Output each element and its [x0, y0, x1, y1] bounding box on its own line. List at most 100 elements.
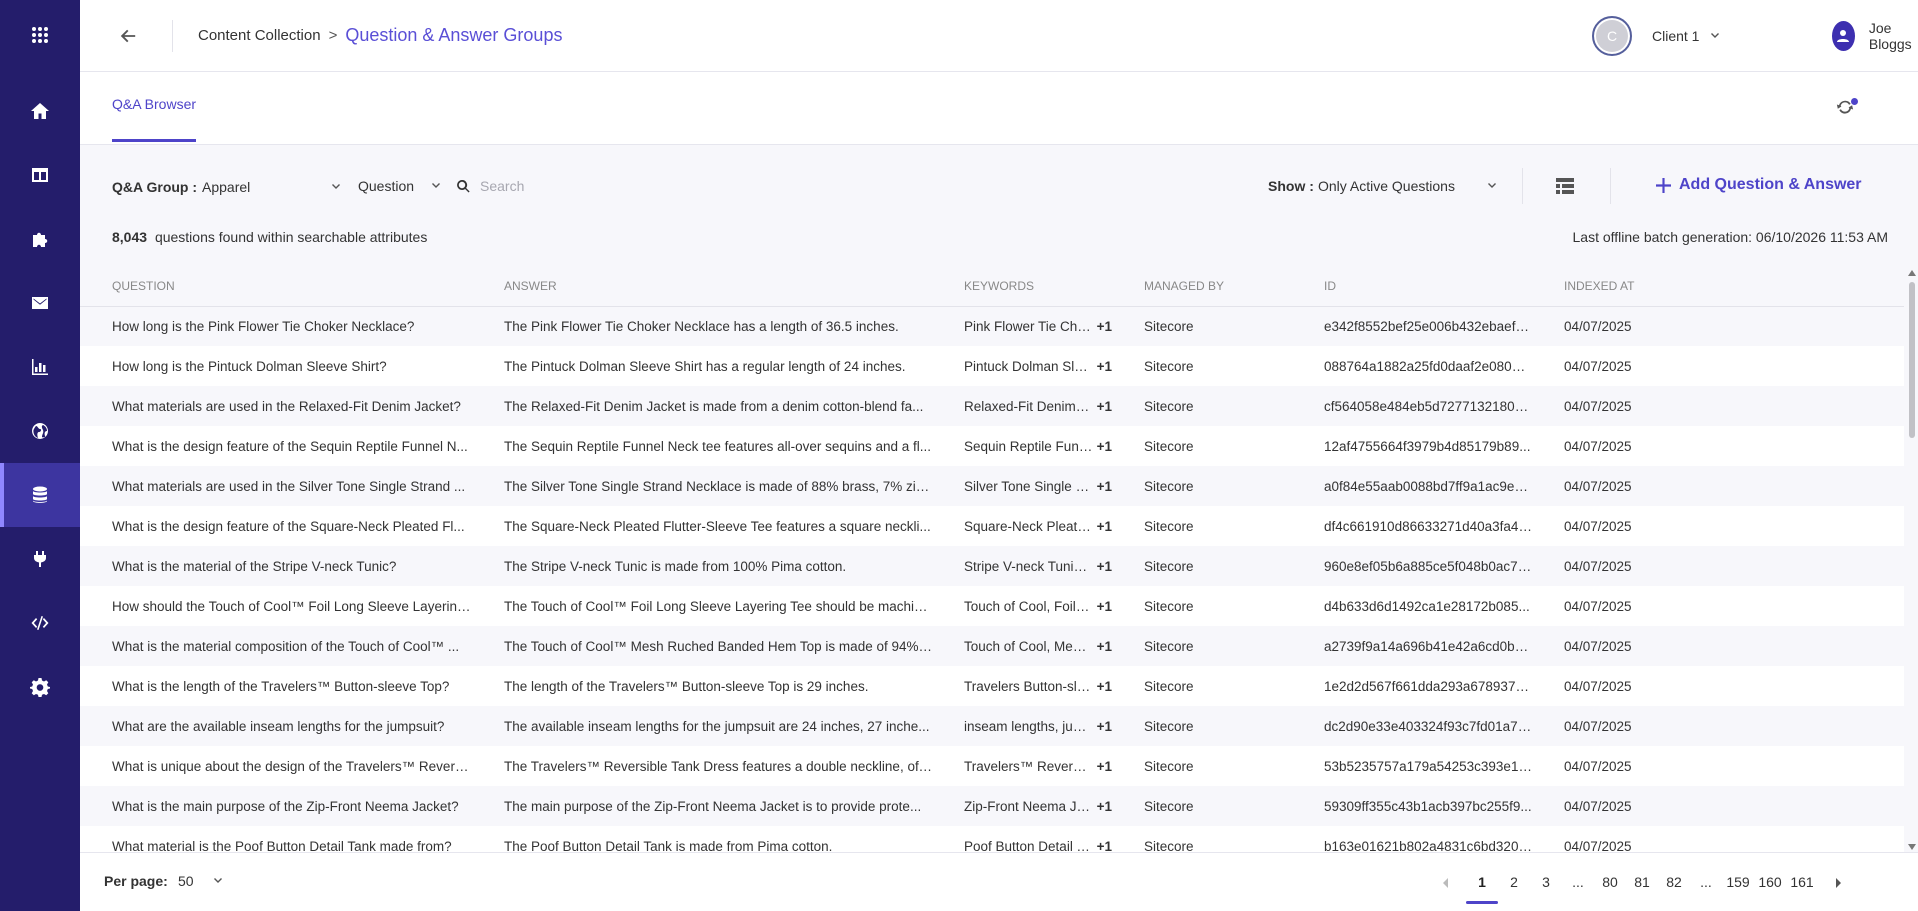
gear-icon	[30, 678, 50, 697]
table-row[interactable]: How long is the Pintuck Dolman Sleeve Sh…	[80, 346, 1904, 386]
keywords-more-badge[interactable]: +1	[1097, 599, 1112, 614]
next-page-button[interactable]	[1818, 853, 1858, 911]
sidebar-item-components[interactable]	[0, 207, 80, 271]
keywords-more-badge[interactable]: +1	[1097, 639, 1112, 654]
table-row[interactable]: What materials are used in the Relaxed-F…	[80, 386, 1904, 426]
keywords-text: Poof Button Detail Ta...	[964, 838, 1093, 853]
app-grid-icon	[32, 27, 48, 43]
scrollbar-thumb[interactable]	[1909, 282, 1915, 438]
scroll-down-arrow[interactable]	[1908, 844, 1916, 850]
show-filter-select[interactable]: Only Active Questions	[1318, 178, 1502, 194]
chart-icon	[32, 359, 48, 375]
keywords-more-badge[interactable]: +1	[1097, 839, 1112, 853]
app-launcher-button[interactable]	[0, 3, 80, 67]
indexed-at-cell: 04/07/2025	[1532, 666, 1904, 706]
keywords-more-badge[interactable]: +1	[1097, 759, 1112, 774]
table-row[interactable]: How should the Touch of Cool™ Foil Long …	[80, 586, 1904, 626]
page-button[interactable]: 160	[1754, 853, 1786, 911]
toolbar: Q&A Group : Apparel Question Show : Only…	[80, 146, 1918, 226]
sidebar-item-settings[interactable]	[0, 655, 80, 719]
mail-icon	[32, 297, 48, 309]
managed-by-cell: Sitecore	[1112, 506, 1292, 546]
client-avatar: C	[1592, 16, 1632, 56]
keywords-more-badge[interactable]: +1	[1097, 679, 1112, 694]
page-button[interactable]: 82	[1658, 853, 1690, 911]
client-switcher[interactable]: C Client 1	[1592, 16, 1721, 56]
add-question-answer-button[interactable]: Add Question & Answer	[1656, 176, 1862, 194]
page-button[interactable]: 161	[1786, 853, 1818, 911]
prev-page-button[interactable]	[1426, 853, 1466, 911]
column-header-id[interactable]: ID	[1292, 266, 1532, 307]
chevron-down-icon	[432, 183, 440, 188]
page-button[interactable]: 80	[1594, 853, 1626, 911]
keywords-more-badge[interactable]: +1	[1097, 719, 1112, 734]
refresh-button[interactable]	[1836, 98, 1858, 120]
sidebar-item-messages[interactable]	[0, 271, 80, 335]
per-page-label: Per page:	[104, 873, 168, 889]
keywords-text: Travelers Button-slee...	[964, 678, 1093, 694]
column-header-indexed-at[interactable]: INDEXED AT	[1532, 266, 1904, 307]
keywords-more-badge[interactable]: +1	[1097, 519, 1112, 534]
table-row[interactable]: What material is the Poof Button Detail …	[80, 826, 1904, 852]
notification-dot	[1851, 98, 1858, 105]
tab-qa-browser[interactable]: Q&A Browser	[112, 96, 197, 142]
table-row[interactable]: What is the main purpose of the Zip-Fron…	[80, 786, 1904, 826]
page-button[interactable]: 2	[1498, 853, 1530, 911]
user-menu[interactable]: Joe Bloggs	[1832, 20, 1918, 52]
keywords-more-badge[interactable]: +1	[1097, 399, 1112, 414]
page-button[interactable]: 1	[1466, 853, 1498, 911]
table-row[interactable]: How long is the Pink Flower Tie Choker N…	[80, 306, 1904, 346]
plug-icon	[34, 551, 46, 567]
home-icon	[31, 103, 49, 119]
keywords-more-badge[interactable]: +1	[1097, 479, 1112, 494]
page-button[interactable]: 81	[1626, 853, 1658, 911]
search-input[interactable]	[480, 178, 780, 194]
keywords-more-badge[interactable]: +1	[1097, 319, 1112, 334]
table-row[interactable]: What is the length of the Travelers™ But…	[80, 666, 1904, 706]
back-button[interactable]	[116, 24, 140, 48]
search-field-select[interactable]: Question	[358, 178, 442, 194]
indexed-at-cell: 04/07/2025	[1532, 786, 1904, 826]
table-row[interactable]: What is unique about the design of the T…	[80, 746, 1904, 786]
scroll-up-arrow[interactable]	[1908, 270, 1916, 276]
managed-by-cell: Sitecore	[1112, 306, 1292, 346]
answer-cell: The Silver Tone Single Strand Necklace i…	[472, 466, 932, 506]
table-row[interactable]: What is the material of the Stripe V-nec…	[80, 546, 1904, 586]
column-header-managed-by[interactable]: MANAGED BY	[1112, 266, 1292, 307]
column-header-keywords[interactable]: KEYWORDS	[932, 266, 1112, 307]
keywords-more-badge[interactable]: +1	[1097, 799, 1112, 814]
column-header-question[interactable]: QUESTION	[80, 266, 472, 307]
keywords-more-badge[interactable]: +1	[1097, 359, 1112, 374]
sidebar-item-content-collection[interactable]	[0, 463, 80, 527]
per-page-value: 50	[178, 873, 194, 889]
column-header-answer[interactable]: ANSWER	[472, 266, 932, 307]
toolbar-divider	[1610, 168, 1611, 204]
id-cell: d4b633d6d1492ca1e28172b085...	[1292, 586, 1532, 626]
question-cell: What material is the Poof Button Detail …	[80, 826, 472, 852]
sidebar-item-developer[interactable]	[0, 591, 80, 655]
per-page-select[interactable]: 50	[178, 873, 224, 889]
keywords-text: Stripe V-neck Tunic, ...	[964, 558, 1093, 574]
managed-by-cell: Sitecore	[1112, 346, 1292, 386]
table-scrollbar[interactable]	[1906, 266, 1918, 852]
keywords-text: Touch of Cool, Foil L...	[964, 598, 1093, 614]
page-button[interactable]: 3	[1530, 853, 1562, 911]
sidebar-item-layout[interactable]	[0, 143, 80, 207]
sidebar-item-analytics[interactable]	[0, 335, 80, 399]
table-row[interactable]: What is the material composition of the …	[80, 626, 1904, 666]
table-row[interactable]: What is the design feature of the Sequin…	[80, 426, 1904, 466]
qa-group-select[interactable]: Apparel	[202, 179, 342, 195]
list-view-button[interactable]	[1556, 178, 1576, 194]
table-row[interactable]: What are the available inseam lengths fo…	[80, 706, 1904, 746]
table-row[interactable]: What materials are used in the Silver To…	[80, 466, 1904, 506]
indexed-at-cell: 04/07/2025	[1532, 706, 1904, 746]
sidebar-item-home[interactable]	[0, 79, 80, 143]
breadcrumb-parent-link[interactable]: Content Collection	[198, 27, 321, 44]
table-row[interactable]: What is the design feature of the Square…	[80, 506, 1904, 546]
sidebar-item-sites[interactable]	[0, 399, 80, 463]
indexed-at-cell: 04/07/2025	[1532, 386, 1904, 426]
keywords-more-badge[interactable]: +1	[1097, 439, 1112, 454]
keywords-more-badge[interactable]: +1	[1097, 559, 1112, 574]
page-button[interactable]: 159	[1722, 853, 1754, 911]
sidebar-item-integrations[interactable]	[0, 527, 80, 591]
